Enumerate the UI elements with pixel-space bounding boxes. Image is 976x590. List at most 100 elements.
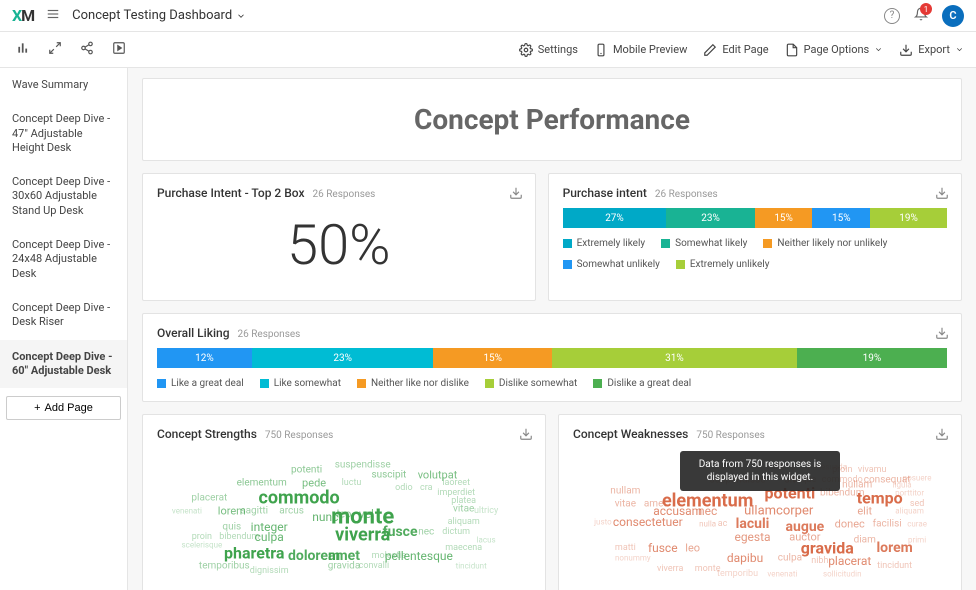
chart-icon[interactable]	[16, 41, 30, 58]
wordcloud-word: nulla	[699, 520, 716, 529]
card-export-icon[interactable]	[509, 186, 523, 203]
sidebar-item[interactable]: Concept Deep Dive - Desk Riser	[0, 291, 127, 340]
wordcloud-word: leo	[685, 541, 700, 554]
sidebar-item[interactable]: Concept Deep Dive - 47" Adjustable Heigh…	[0, 102, 127, 165]
wordcloud-word: suspendisse	[335, 459, 391, 470]
page-title: Concept Performance	[167, 103, 937, 136]
wordcloud-word: dictum	[442, 527, 470, 537]
wordcloud-word: nec	[418, 527, 434, 538]
sidebar-item[interactable]: Concept Deep Dive - 30x60 Adjustable Sta…	[0, 165, 127, 228]
wordcloud-word: porttitor	[895, 489, 924, 498]
menu-icon[interactable]	[46, 7, 60, 24]
wordcloud-word: temporibu	[717, 569, 758, 579]
card-sub: 750 Responses	[696, 430, 764, 441]
bar-segment: 19%	[797, 348, 947, 368]
legend-item: Dislike a great deal	[593, 378, 691, 389]
avatar[interactable]: C	[942, 5, 964, 27]
download-icon	[899, 43, 913, 57]
strengths-wordcloud: montecommodoviverrapharetradoloremametfu…	[157, 449, 531, 579]
settings-button[interactable]: Settings	[519, 43, 578, 57]
legend-swatch	[357, 379, 366, 388]
legend-swatch	[763, 239, 772, 248]
wordcloud-word: cra	[420, 483, 432, 493]
legend-item: Somewhat likely	[661, 238, 747, 249]
legend-label: Dislike somewhat	[499, 378, 577, 389]
wordcloud-word: sollicitudin	[823, 569, 862, 578]
overall-liking-legend: Like a great deal Like somewhat Neither li…	[157, 378, 947, 389]
legend-label: Extremely likely	[577, 238, 646, 249]
brand-logo: XM	[12, 6, 34, 25]
wordcloud-word: tincidunt	[877, 561, 912, 571]
wordcloud-word: ullamcorper	[744, 504, 813, 519]
wordcloud-word: primi	[908, 536, 926, 545]
card-title: Overall Liking	[157, 326, 230, 340]
wordcloud-word: bibendum	[219, 532, 259, 542]
legend-item: Dislike somewhat	[485, 378, 577, 389]
wordcloud-word: quis	[222, 522, 241, 533]
bar-segment: 19%	[870, 208, 947, 228]
legend-swatch	[593, 379, 602, 388]
plus-icon: +	[34, 402, 40, 414]
wordcloud-word: suscipit	[371, 470, 406, 481]
main: Wave SummaryConcept Deep Dive - 47" Adju…	[0, 68, 976, 590]
edit-page-button[interactable]: Edit Page	[703, 43, 768, 57]
wordcloud-word: facilisi	[873, 519, 902, 530]
play-icon[interactable]	[112, 41, 126, 58]
wordcloud-word: potenti	[291, 464, 322, 475]
wordcloud-word: molestie	[372, 551, 407, 561]
sidebar-item[interactable]: Concept Deep Dive - 60" Adjustable Desk	[0, 340, 127, 389]
page-options-dropdown[interactable]: Page Options	[785, 43, 884, 57]
wordcloud-word: arcus	[279, 506, 304, 517]
legend-label: Neither likely nor unlikely	[777, 238, 887, 249]
overall-liking-card: Overall Liking 26 Responses 12%23%15%31%…	[142, 313, 962, 402]
legend-label: Extremely unlikely	[690, 259, 770, 270]
wordcloud-word: nullam	[610, 485, 640, 496]
bar-segment: 23%	[666, 208, 754, 228]
legend-swatch	[563, 239, 572, 248]
card-export-icon[interactable]	[935, 427, 949, 444]
help-icon[interactable]: ?	[884, 8, 900, 24]
card-title: Purchase Intent - Top 2 Box	[157, 186, 305, 200]
sidebar-item[interactable]: Wave Summary	[0, 68, 127, 102]
card-sub: 26 Responses	[655, 189, 718, 200]
legend-item: Like somewhat	[260, 378, 341, 389]
mobile-preview-button[interactable]: Mobile Preview	[594, 43, 687, 57]
legend-label: Neither like nor dislike	[371, 378, 469, 389]
bar-segment: 12%	[157, 348, 252, 368]
legend-swatch	[661, 239, 670, 248]
top-bar: XM Concept Testing Dashboard ? 1 C	[0, 0, 976, 32]
expand-icon[interactable]	[48, 41, 62, 58]
wordcloud-word: nullam	[842, 480, 872, 491]
legend-item: Like a great deal	[157, 378, 244, 389]
share-icon[interactable]	[80, 41, 94, 58]
wordcloud-word: fusce	[648, 541, 678, 555]
top2box-value: 50%	[157, 208, 521, 288]
wordcloud-word: pede	[302, 476, 326, 489]
wordcloud-word: ultricy	[474, 506, 498, 516]
card-export-icon[interactable]	[519, 427, 533, 444]
page-icon	[785, 43, 799, 57]
legend-swatch	[676, 260, 685, 269]
wordcloud-word: matti	[615, 543, 636, 553]
concept-strengths-card: Concept Strengths 750 Responses montecom…	[142, 414, 546, 590]
card-export-icon[interactable]	[935, 186, 949, 203]
legend-label: Like a great deal	[171, 378, 244, 389]
add-page-button[interactable]: + Add Page	[6, 396, 121, 420]
notifications-icon[interactable]: 1	[914, 7, 928, 24]
wordcloud-word: culpa	[778, 553, 802, 564]
wordcloud-word: aliquam	[448, 517, 480, 527]
card-export-icon[interactable]	[935, 326, 949, 343]
wordcloud-word: dapibu	[727, 551, 763, 565]
legend-swatch	[563, 260, 572, 269]
purchase-intent-top2-card: Purchase Intent - Top 2 Box 26 Responses…	[142, 173, 536, 301]
legend-item: Extremely likely	[563, 238, 646, 249]
sidebar-item[interactable]: Concept Deep Dive - 24x48 Adjustable Des…	[0, 228, 127, 291]
dashboard-title-dropdown[interactable]: Concept Testing Dashboard	[72, 8, 246, 23]
wordcloud-word: egesta	[734, 530, 770, 544]
wordcloud-word: elementum	[237, 477, 287, 488]
tooltip: Data from 750 responses is displayed in …	[680, 451, 840, 491]
export-dropdown[interactable]: Export	[899, 43, 964, 57]
wordcloud-word: nonummy	[615, 554, 651, 563]
chevron-down-icon	[955, 45, 964, 54]
card-title: Concept Weaknesses	[573, 427, 688, 441]
